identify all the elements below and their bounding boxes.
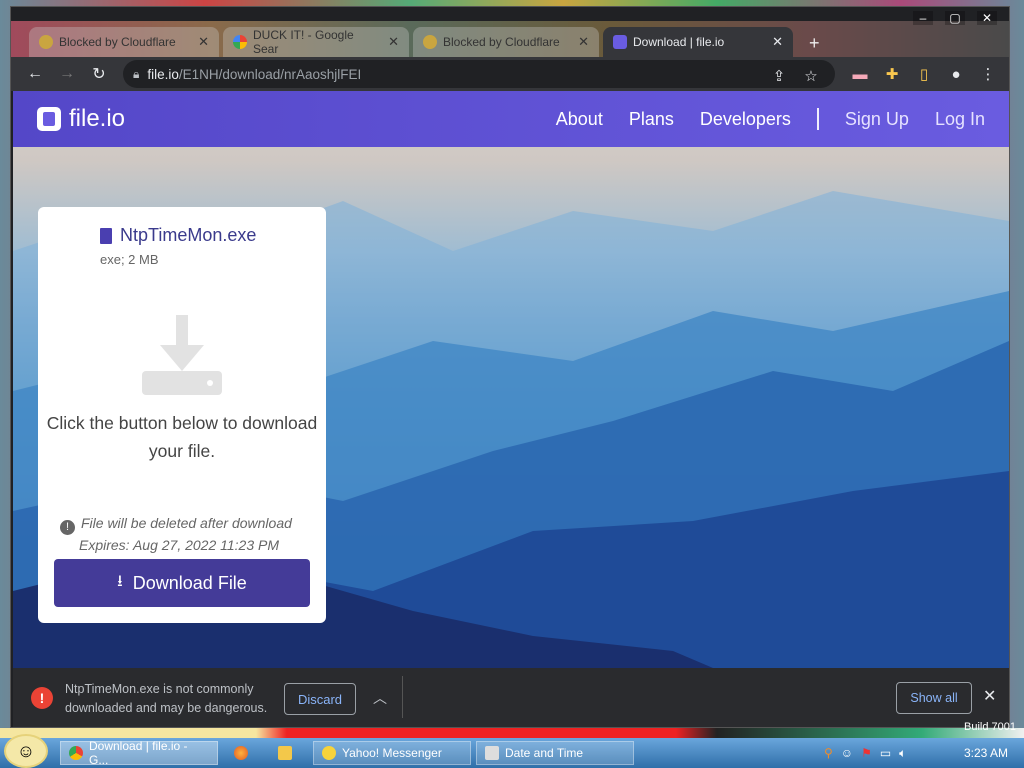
menu-kebab-icon[interactable]: ⋮ (975, 60, 1001, 88)
delete-after-download-text: File will be deleted after download (81, 515, 292, 531)
logo-text: file.io (69, 105, 126, 132)
discard-button[interactable]: Discard (284, 683, 356, 715)
nav-divider (816, 108, 819, 130)
tab-title: Blocked by Cloudflare (443, 35, 560, 49)
taskbar-item-chrome[interactable]: Download | file.io - G... (60, 739, 218, 767)
download-file-button[interactable]: ⭳ Download File (54, 559, 310, 607)
extension-flag-icon[interactable]: ▬ (847, 60, 873, 88)
browser-toolbar: ← → ↻ 🔒︎ file.io/E1NH/download/nrAaoshjl… (11, 57, 1009, 91)
file-io-logo-icon (37, 107, 61, 131)
danger-icon: ! (31, 687, 53, 709)
monitor-icon[interactable]: ▭ (880, 746, 891, 760)
download-icon: ⭳ (117, 572, 123, 590)
web-page: file.io About Plans Developers Sign Up L… (13, 91, 1009, 668)
search-icon[interactable]: ⚲ (824, 746, 833, 760)
file-name: NtpTimeMon.exe (120, 225, 257, 245)
tab-blocked-2[interactable]: Blocked by Cloudflare ✕ (413, 27, 599, 57)
download-button-label: Download File (132, 572, 247, 593)
download-bar-divider (402, 676, 403, 718)
folder-icon (278, 746, 292, 760)
forward-arrow-icon[interactable]: → (51, 60, 83, 88)
google-favicon-icon (233, 35, 247, 49)
back-arrow-icon[interactable]: ← (19, 60, 51, 88)
chrome-icon (69, 746, 83, 760)
file-meta: exe; 2 MB (100, 252, 159, 267)
start-button[interactable]: ☺ (4, 734, 48, 768)
info-icon: ! (60, 520, 75, 535)
yahoo-messenger-icon (322, 746, 336, 760)
cloudflare-favicon-icon (39, 35, 53, 49)
download-instructions: Click the button below to download your … (46, 413, 318, 461)
extensions-puzzle-icon[interactable]: ✚ (879, 60, 905, 88)
download-card: NtpTimeMon.exe exe; 2 MB Click the butto… (38, 207, 326, 623)
tab-file-io[interactable]: Download | file.io ✕ (603, 27, 793, 57)
show-all-button[interactable]: Show all (896, 682, 972, 714)
close-tab-icon[interactable]: ✕ (198, 34, 209, 50)
browser-window: Blocked by Cloudflare ✕ DUCK IT! - Googl… (10, 6, 1010, 728)
file-io-favicon-icon (613, 35, 627, 49)
clock[interactable]: 3:23 AM (964, 746, 1008, 760)
build-watermark: Build 7001 (964, 721, 1016, 733)
messenger-tray-icon[interactable]: ☺ (841, 746, 853, 760)
close-tab-icon[interactable]: ✕ (772, 34, 783, 50)
side-panel-icon[interactable]: ▯ (911, 60, 937, 88)
close-tab-icon[interactable]: ✕ (578, 34, 589, 50)
volume-icon[interactable]: 🔈︎ (899, 746, 906, 761)
tab-title: Blocked by Cloudflare (59, 35, 176, 49)
tab-title: DUCK IT! - Google Sear (253, 28, 354, 56)
nav-sign-up[interactable]: Sign Up (845, 109, 909, 130)
lock-icon: 🔒︎ (133, 66, 140, 81)
window-controls: ‒ ▢ ✕ (913, 11, 997, 25)
taskbar-item-label: Date and Time (505, 746, 584, 760)
maximize-button[interactable]: ▢ (945, 11, 965, 25)
clock-app-icon (485, 746, 499, 760)
close-window-button[interactable]: ✕ (977, 11, 997, 25)
system-tray: ⚲ ☺ ⚑ ▭ 🔈︎ 3:23 AM (814, 738, 1024, 768)
bookmark-star-icon[interactable]: ☆ (799, 63, 823, 89)
nav-links: About Plans Developers Sign Up Log In (556, 91, 985, 147)
reload-icon[interactable]: ↻ (83, 60, 115, 88)
close-icon[interactable]: ✕ (983, 686, 996, 706)
chevron-up-icon[interactable]: ︿ (373, 688, 387, 708)
nav-log-in[interactable]: Log In (935, 109, 985, 130)
taskbar-item-label: Yahoo! Messenger (342, 746, 442, 760)
download-warning-text: NtpTimeMon.exe is not commonly downloade… (65, 682, 268, 715)
minimize-button[interactable]: ‒ (913, 11, 933, 25)
new-tab-button[interactable]: + (809, 33, 820, 54)
taskbar-item-yahoo[interactable]: Yahoo! Messenger (313, 741, 471, 765)
taskbar-item-date-time[interactable]: Date and Time (476, 741, 634, 765)
tab-google[interactable]: DUCK IT! - Google Sear ✕ (223, 27, 409, 57)
close-tab-icon[interactable]: ✕ (388, 34, 399, 50)
firefox-icon (234, 746, 248, 760)
taskbar-item-explorer[interactable] (270, 741, 304, 765)
site-logo[interactable]: file.io (37, 105, 125, 133)
network-error-icon[interactable]: ⚑ (861, 746, 872, 760)
tab-blocked-1[interactable]: Blocked by Cloudflare ✕ (29, 27, 219, 57)
nav-developers[interactable]: Developers (700, 109, 791, 130)
taskbar: ☺ Download | file.io - G... Yahoo! Messe… (0, 734, 1024, 768)
url-path: /E1NH/download/nrAaoshjlFEI (178, 66, 362, 82)
url-host: file.io (147, 66, 179, 82)
address-bar[interactable]: 🔒︎ file.io/E1NH/download/nrAaoshjlFEI ⇪ … (123, 60, 835, 88)
file-icon (100, 227, 112, 244)
tab-strip: Blocked by Cloudflare ✕ DUCK IT! - Googl… (11, 21, 1009, 57)
file-title: NtpTimeMon.exe (100, 225, 256, 246)
taskbar-item-label: Download | file.io - G... (89, 739, 188, 767)
smiley-icon: ☺ (16, 740, 36, 761)
deletion-notice: ! File will be deleted after download Exp… (60, 513, 320, 555)
share-icon[interactable]: ⇪ (767, 63, 791, 89)
tab-title: Download | file.io (633, 35, 725, 49)
expiry-text: Expires: Aug 27, 2022 11:23 PM (79, 537, 280, 553)
profile-avatar-icon[interactable]: ● (943, 60, 969, 88)
download-bar: ! NtpTimeMon.exe is not commonly downloa… (13, 668, 1009, 727)
download-tray-icon (142, 315, 222, 395)
site-navbar: file.io About Plans Developers Sign Up L… (13, 91, 1009, 147)
cloudflare-favicon-icon (423, 35, 437, 49)
nav-plans[interactable]: Plans (629, 109, 674, 130)
nav-about[interactable]: About (556, 109, 603, 130)
taskbar-item-firefox[interactable] (226, 741, 260, 765)
